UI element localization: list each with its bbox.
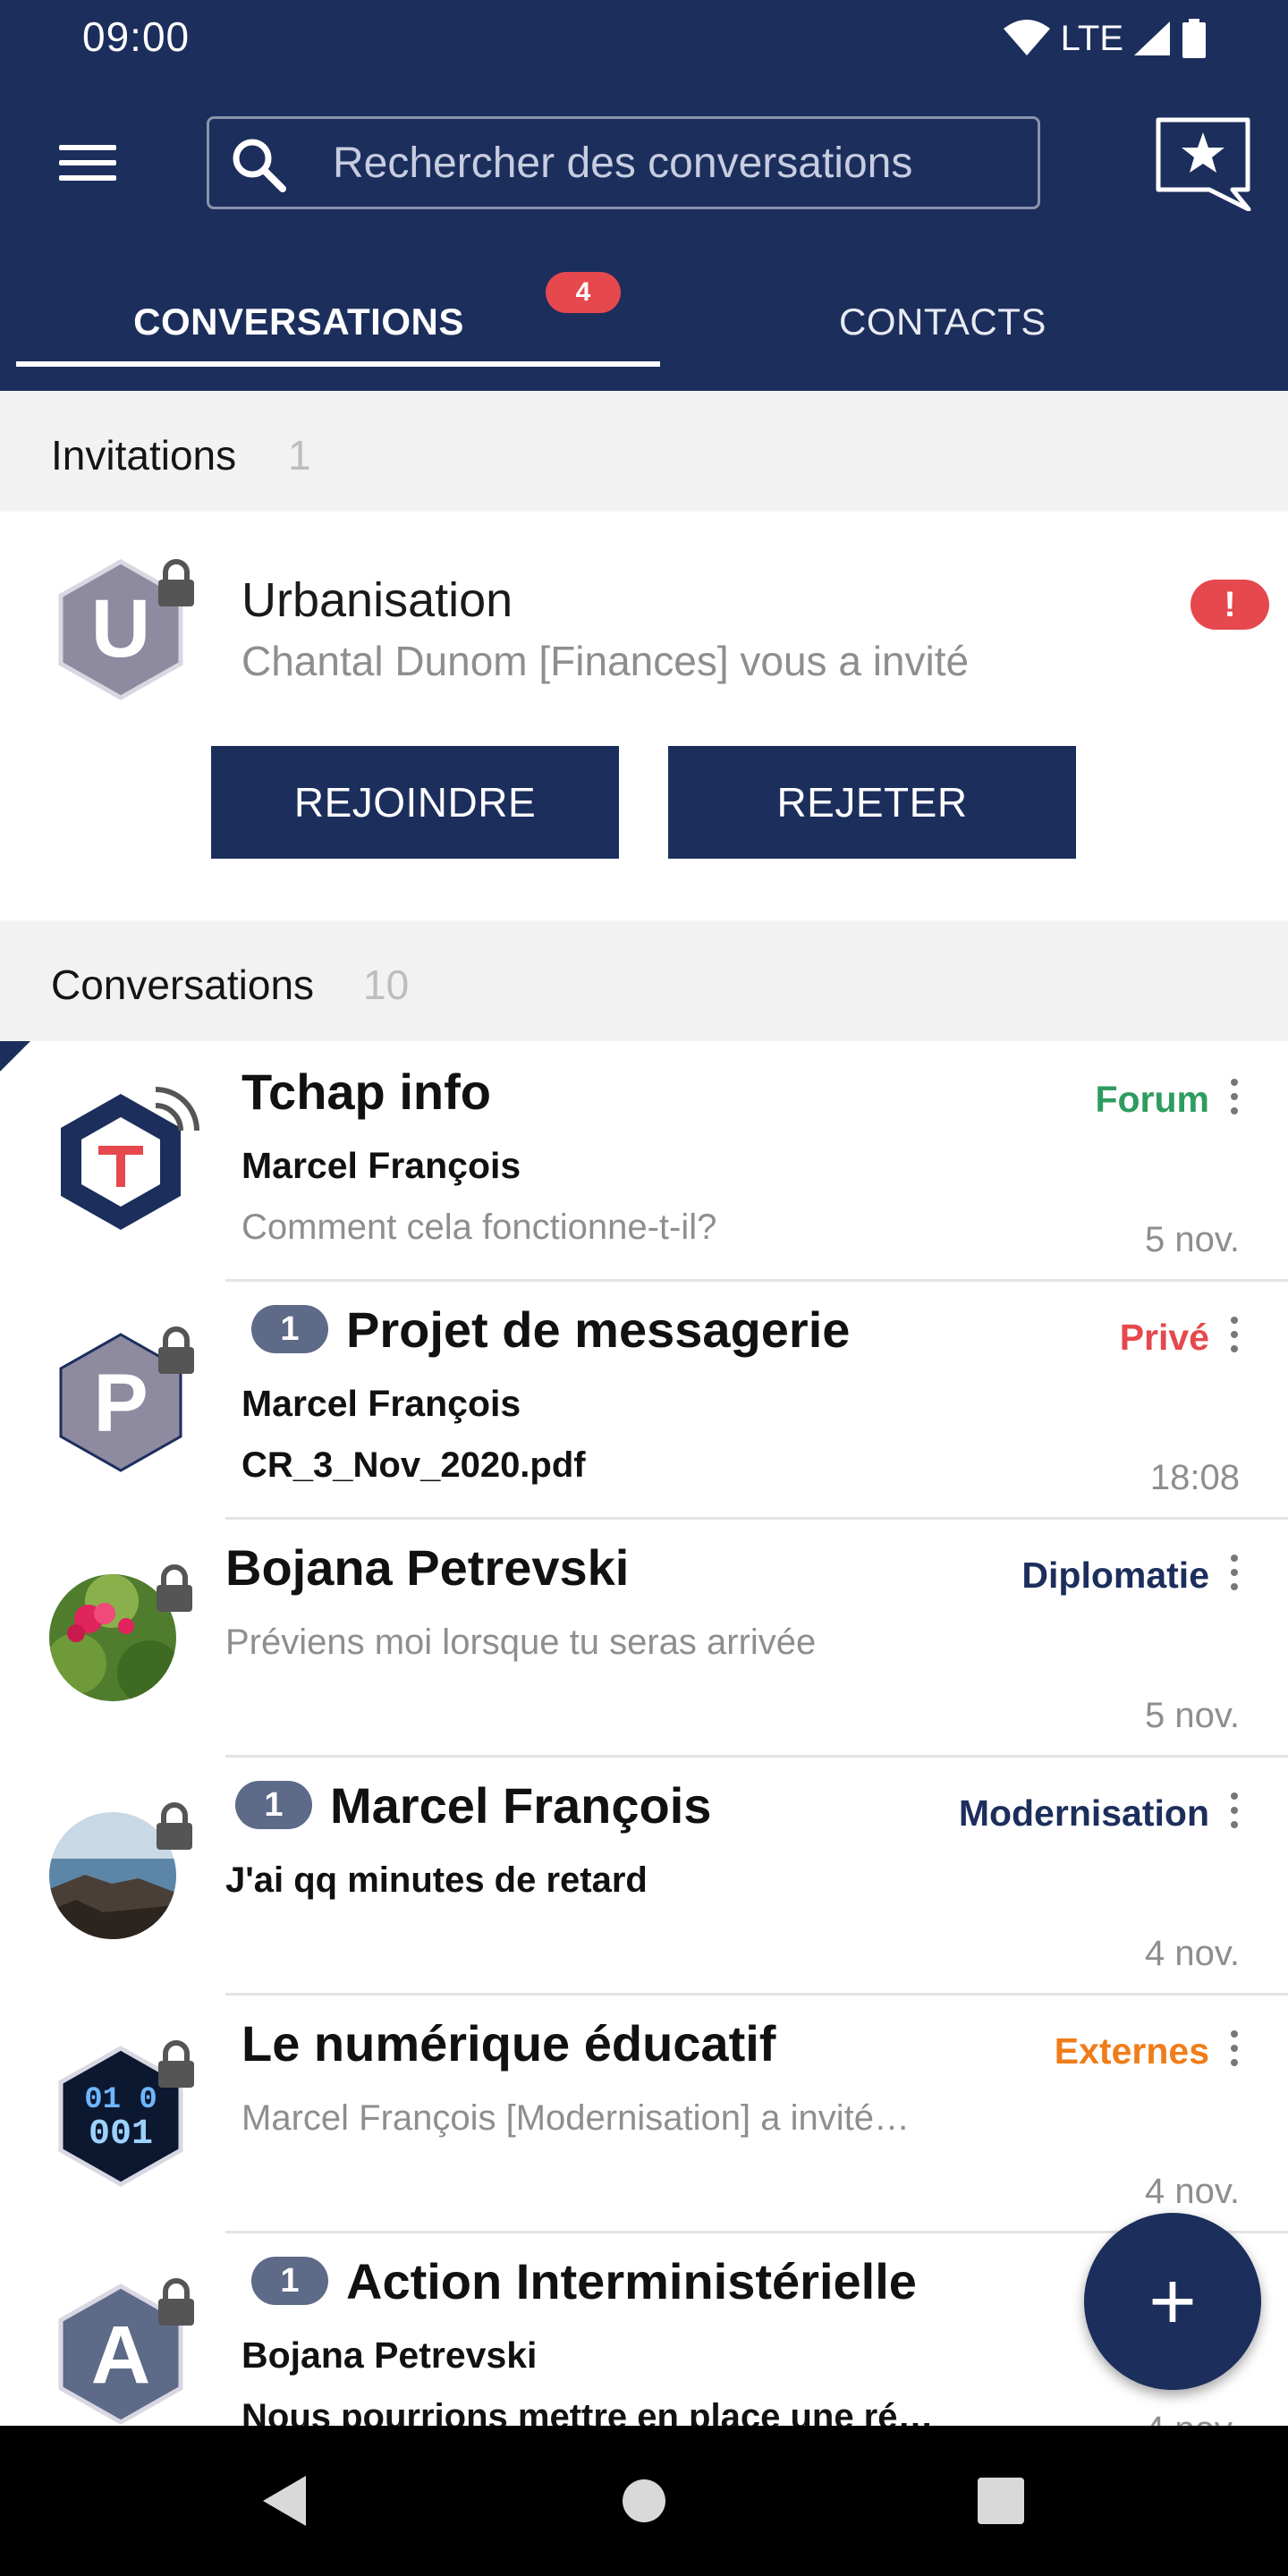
unread-pill: 1 (235, 1781, 312, 1829)
join-button[interactable]: REJOINDRE (211, 746, 619, 859)
unread-pill: 1 (251, 2257, 328, 2305)
active-tab-indicator (16, 361, 660, 367)
wifi-icon (1003, 20, 1050, 55)
conversation-tag: Diplomatie (1021, 1555, 1209, 1596)
conversation-time: 4 nov. (1145, 2172, 1240, 2211)
unread-count-badge: 4 (546, 272, 621, 313)
conversation-last-message: Comment cela fonctionne-t-il? (242, 1208, 717, 1247)
conversation-time: 4 nov. (1145, 2410, 1240, 2426)
room-avatar-letter: A (91, 2309, 150, 2401)
invitation-room-name: Urbanisation (242, 573, 513, 627)
conversation-sender: Bojana Petrevski (242, 2334, 538, 2376)
lock-icon (157, 1802, 192, 1850)
conversation-title: Le numérique éducatif (242, 2015, 776, 2072)
conversation-time: 18:08 (1149, 1458, 1240, 1497)
conversation-time: 5 nov. (1145, 1220, 1240, 1259)
unread-pill: 1 (251, 1305, 328, 1353)
room-avatar-letter: U (91, 583, 150, 674)
conversation-title: Action Interministérielle (346, 2253, 917, 2309)
conversation-title: Tchap info (242, 1063, 491, 1120)
row-divider (225, 1755, 1288, 1758)
signal-icon (1134, 21, 1170, 55)
conversation-tag: Privé (1119, 1317, 1209, 1358)
system-nav-bar (0, 2426, 1288, 2576)
conversation-last-message: J'ai qq minutes de retard (225, 1860, 648, 1900)
conversation-tag: Externes (1054, 2030, 1209, 2072)
app-header: 09:00 LTE CONVERSATIONS 4 CONTACTS (0, 0, 1288, 391)
tab-contacts-label: CONTACTS (839, 301, 1046, 343)
star-bubble-icon[interactable] (1154, 116, 1252, 211)
conversations-section-header: Conversations 10 (0, 920, 1288, 1041)
conversation-last-message: CR_3_Nov_2020.pdf (242, 1445, 586, 1485)
conversation-sender: Marcel François (242, 1145, 521, 1186)
more-vertical-icon[interactable] (1229, 1553, 1240, 1592)
invitations-count: 1 (288, 432, 311, 479)
conversation-row[interactable]: 01 0 001 Le numérique éducatif Marcel Fr… (0, 1993, 1288, 2231)
conversation-last-message: Marcel François [Modernisation] a invité… (242, 2098, 910, 2138)
lock-icon (158, 559, 194, 606)
search-input[interactable] (333, 131, 1021, 194)
broadcast-icon (155, 1087, 199, 1131)
more-vertical-icon[interactable] (1229, 1315, 1240, 1354)
conversations-count: 10 (363, 962, 410, 1008)
invitation-item[interactable]: U Urbanisation Chantal Dunom [Finances] … (0, 512, 1288, 920)
lock-icon (158, 2278, 194, 2326)
lock-icon (157, 1564, 192, 1612)
conversation-tag: Modernisation (958, 1792, 1209, 1834)
invitations-title: Invitations (51, 432, 237, 479)
tab-conversations-label: CONVERSATIONS (133, 301, 464, 343)
row-divider (225, 1517, 1288, 1520)
search-bar[interactable] (207, 116, 1040, 209)
tab-bar: CONVERSATIONS 4 CONTACTS (0, 268, 1288, 376)
room-avatar-letter: P (93, 1358, 148, 1449)
conversation-row[interactable]: 1 Marcel François J'ai qq minutes de ret… (0, 1755, 1288, 1993)
status-time: 09:00 (82, 13, 191, 60)
new-conversation-button[interactable]: + (1084, 2213, 1261, 2390)
alert-badge: ! (1191, 580, 1269, 630)
tab-conversations[interactable]: CONVERSATIONS (0, 268, 597, 376)
more-vertical-icon[interactable] (1229, 2029, 1240, 2068)
conversation-title: Projet de messagerie (346, 1301, 851, 1358)
unread-corner-marker (0, 1041, 30, 1072)
status-icons: LTE (1002, 16, 1208, 61)
invitation-subtitle: Chantal Dunom [Finances] vous a invité (242, 638, 970, 684)
more-vertical-icon[interactable] (1229, 1077, 1240, 1116)
conversation-row[interactable]: Tchap info Marcel François Comment cela … (0, 1041, 1288, 1279)
more-vertical-icon[interactable] (1229, 1791, 1240, 1830)
row-divider (225, 1279, 1288, 1282)
status-bar: 09:00 LTE (0, 0, 1288, 77)
lock-icon (158, 2040, 194, 2088)
recent-apps-icon[interactable] (978, 2478, 1024, 2524)
search-icon (233, 139, 286, 192)
invitations-section-header: Invitations 1 (0, 391, 1288, 512)
conversation-row[interactable]: P 1 Projet de messagerie Marcel François… (0, 1279, 1288, 1517)
svg-text:001: 001 (89, 2114, 153, 2155)
conversation-last-message: Nous pourrions mettre en place une ré… (242, 2397, 934, 2426)
conversations-title: Conversations (51, 962, 315, 1008)
conversation-tag: Forum (1095, 1079, 1209, 1120)
network-type: LTE (1060, 18, 1123, 58)
conversation-title: Bojana Petrevski (225, 1539, 630, 1596)
home-icon[interactable] (623, 2479, 665, 2522)
conversation-time: 5 nov. (1145, 1696, 1240, 1735)
tab-contacts[interactable]: CONTACTS (621, 268, 1265, 376)
battery-icon (1182, 19, 1206, 58)
reject-button[interactable]: REJETER (668, 746, 1076, 859)
conversation-title: Marcel François (330, 1777, 712, 1834)
row-divider (225, 1993, 1288, 1996)
svg-text:01 0: 01 0 (84, 2083, 157, 2117)
conversation-last-message: Préviens moi lorsque tu seras arrivée (225, 1623, 817, 1662)
conversation-sender: Marcel François (242, 1383, 521, 1424)
hamburger-icon[interactable] (54, 141, 122, 184)
conversation-time: 4 nov. (1145, 1934, 1240, 1973)
conversation-row[interactable]: Bojana Petrevski Préviens moi lorsque tu… (0, 1517, 1288, 1755)
lock-icon (158, 1326, 194, 1374)
back-icon[interactable] (259, 2474, 308, 2528)
